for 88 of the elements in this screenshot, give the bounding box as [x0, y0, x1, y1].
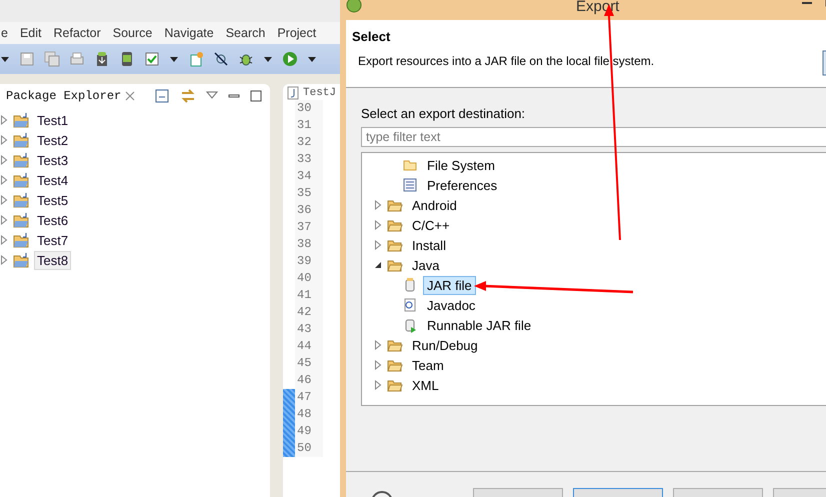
project-folder-icon: [12, 212, 30, 228]
page-description: Export resources into a JAR file on the local file system.: [357, 54, 656, 68]
tree-item[interactable]: Test5: [34, 190, 72, 210]
line-number: 46: [296, 372, 312, 389]
save-icon[interactable]: [19, 51, 35, 67]
line-number: 37: [296, 219, 312, 236]
menu-item[interactable]: Search: [226, 26, 266, 40]
collapsed-triangle-icon[interactable]: [374, 380, 382, 390]
line-number: 49: [296, 423, 312, 440]
line-number: 43: [296, 321, 312, 338]
line-number: 40: [296, 270, 312, 287]
run-icon[interactable]: [282, 51, 298, 67]
tree-item[interactable]: Java: [408, 256, 444, 274]
tree-item[interactable]: Javadoc: [423, 296, 480, 314]
line-number: 45: [296, 355, 312, 372]
editor-tab[interactable]: TestJ: [283, 86, 336, 100]
tree-item[interactable]: Test6: [34, 210, 72, 230]
tree-item[interactable]: Test7: [34, 230, 72, 250]
tree-item[interactable]: Run/Debug: [408, 336, 482, 354]
project-folder-icon: [12, 192, 30, 208]
dialog-button[interactable]: [573, 488, 663, 497]
link-arrows-icon[interactable]: [180, 88, 196, 104]
line-number: 34: [296, 168, 312, 185]
device-icon[interactable]: [119, 51, 135, 67]
collapse-all-icon[interactable]: [154, 88, 170, 104]
line-number: 48: [296, 406, 312, 423]
new-class-icon[interactable]: [188, 51, 204, 67]
collapsed-triangle-icon[interactable]: [374, 340, 382, 350]
line-number: 42: [296, 304, 312, 321]
view-menu-icon[interactable]: [206, 91, 218, 101]
menu-item[interactable]: Edit: [20, 26, 42, 40]
slash-icon[interactable]: [213, 51, 229, 67]
checkbox-icon[interactable]: [144, 51, 160, 67]
app-icon: [346, 0, 362, 14]
project-folder-icon: [12, 232, 30, 248]
collapsed-triangle-icon[interactable]: [374, 360, 382, 370]
project-folder-icon: [12, 172, 30, 188]
line-number: 38: [296, 236, 312, 253]
filter-field[interactable]: type filter text: [361, 127, 826, 147]
menu-item[interactable]: Source: [112, 26, 152, 40]
tree-item[interactable]: Preferences: [423, 176, 502, 194]
line-number: 32: [296, 134, 312, 151]
save-all-icon[interactable]: [44, 51, 60, 67]
page-title: Select: [352, 29, 392, 44]
project-folder-icon: [12, 112, 30, 128]
help-icon: [371, 491, 393, 497]
line-number: 33: [296, 151, 312, 168]
tree-item[interactable]: Test4: [34, 170, 72, 190]
print-icon[interactable]: [69, 51, 85, 67]
line-number: 41: [296, 287, 312, 304]
tree-item[interactable]: Test1: [34, 110, 72, 130]
line-number: 47: [296, 389, 312, 406]
expanded-triangle-icon[interactable]: [374, 260, 382, 270]
tree-item[interactable]: Android: [408, 196, 461, 214]
tree-item[interactable]: File System: [423, 156, 499, 174]
tree-item[interactable]: Install: [408, 236, 450, 254]
line-number: 36: [296, 202, 312, 219]
menu-item[interactable]: Refactor: [54, 26, 101, 40]
collapsed-triangle-icon[interactable]: [374, 220, 382, 230]
change-marker: [283, 389, 295, 457]
tree-item[interactable]: XML: [408, 376, 443, 394]
line-number: 30: [296, 100, 312, 117]
menu-item[interactable]: e: [1, 26, 8, 40]
download-icon[interactable]: [94, 51, 110, 67]
collapsed-triangle-icon[interactable]: [374, 200, 382, 210]
menu-item[interactable]: Project: [277, 26, 316, 40]
list-icon: [402, 177, 418, 193]
tree-item[interactable]: JAR file: [423, 276, 476, 294]
line-number: 50: [296, 440, 312, 457]
document-icon: [402, 297, 418, 313]
line-number: 39: [296, 253, 312, 270]
tree-item[interactable]: Test8: [34, 250, 72, 270]
tree-item[interactable]: Test2: [34, 130, 72, 150]
tree-item[interactable]: C/C++: [408, 216, 454, 234]
collapsed-triangle-icon[interactable]: [374, 240, 382, 250]
line-number: 35: [296, 185, 312, 202]
tree-item[interactable]: Test3: [34, 150, 72, 170]
tree-item[interactable]: Team: [408, 356, 448, 374]
tree-item[interactable]: Runnable JAR file: [423, 316, 536, 334]
line-number: 31: [296, 117, 312, 134]
project-folder-icon: [12, 152, 30, 168]
close-icon: [125, 91, 136, 101]
menu-item[interactable]: Navigate: [164, 26, 214, 40]
project-folder-icon: [12, 252, 30, 268]
maximize-icon[interactable]: [250, 90, 262, 102]
line-number: 44: [296, 338, 312, 355]
field-label: Select an export destination:: [361, 106, 526, 121]
project-folder-icon: [12, 132, 30, 148]
